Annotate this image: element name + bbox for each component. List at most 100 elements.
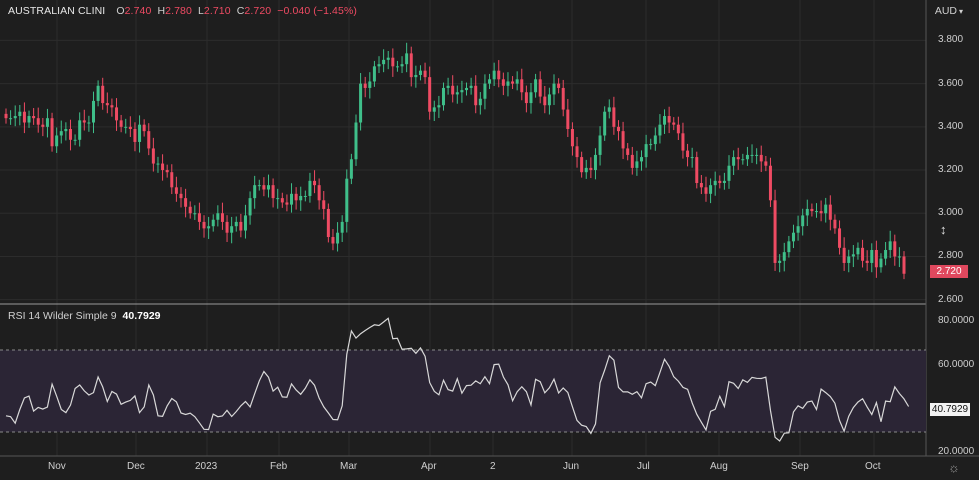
candle-body (870, 249, 874, 263)
candle-body (313, 180, 317, 186)
candle-body (216, 213, 220, 220)
candle-body (211, 219, 215, 227)
candle-body (359, 83, 363, 123)
candle-body (828, 204, 832, 220)
candle-body (640, 157, 644, 162)
candle-body (727, 165, 731, 181)
candle-body (105, 103, 109, 106)
candle-body (865, 260, 869, 263)
candle-body (884, 249, 888, 259)
candle-body (764, 161, 768, 166)
candle-body (161, 163, 165, 171)
candle-body (791, 232, 795, 242)
candle-body (815, 211, 819, 213)
candle-body (497, 70, 501, 80)
candle-body (805, 208, 809, 216)
candle-body (299, 195, 303, 201)
candle-body (266, 185, 270, 190)
candle-body (593, 154, 597, 171)
candle-body (478, 98, 482, 106)
candle-body (405, 53, 409, 65)
price-chart[interactable] (0, 0, 979, 480)
rsi-tick-label: 60.0000 (938, 358, 975, 370)
candle-body (4, 113, 8, 119)
time-tick-label: Jul (637, 461, 650, 472)
candle-body (45, 118, 49, 127)
close-value: 2.720 (244, 5, 272, 17)
candle-body (294, 193, 298, 201)
candle-body (437, 105, 441, 108)
currency-selector[interactable]: AUD (935, 5, 963, 17)
open-value: 2.740 (124, 5, 152, 17)
candle-body (386, 57, 390, 60)
candle-body (64, 128, 68, 132)
candle-body (681, 133, 685, 151)
candle-body (110, 105, 114, 108)
candle-body (239, 221, 243, 231)
candle-body (345, 178, 349, 222)
candle-body (589, 167, 593, 171)
candle-body (626, 148, 630, 155)
resize-handle-icon[interactable]: ↕ (940, 222, 947, 237)
candle-body (59, 131, 63, 136)
candle-body (331, 237, 335, 244)
candle-body (741, 159, 745, 161)
candle-body (506, 81, 510, 86)
candle-body (690, 157, 694, 159)
candle-body (676, 124, 680, 134)
candle-body (207, 226, 211, 229)
candle-body (253, 185, 257, 199)
candle-body (488, 79, 492, 84)
candle-body (27, 116, 31, 123)
candle-body (285, 202, 289, 205)
candle-body (511, 81, 515, 84)
rsi-tick-label: 20.0000 (938, 445, 975, 457)
candle-body (856, 247, 860, 255)
candle-body (838, 228, 842, 248)
candle-body (552, 83, 556, 95)
candle-body (782, 252, 786, 261)
rsi-tick-label: 80.0000 (938, 315, 975, 327)
candle-body (547, 94, 551, 106)
candle-body (78, 120, 82, 140)
candle-body (888, 241, 892, 250)
candle-body (418, 70, 422, 75)
candle-body (32, 116, 36, 119)
candle-body (773, 200, 777, 263)
candle-body (695, 157, 699, 184)
candle-body (451, 85, 455, 95)
candle-body (68, 128, 72, 140)
settings-gear-icon[interactable]: ☼ (948, 460, 960, 475)
candle-body (395, 66, 399, 68)
candle-body (170, 172, 174, 188)
candle-body (234, 221, 238, 227)
candle-body (902, 256, 906, 274)
candle-body (441, 87, 445, 106)
candle-body (520, 79, 524, 93)
candle-body (138, 124, 142, 142)
candle-body (842, 247, 846, 263)
candle-body (755, 154, 759, 156)
candle-body (13, 116, 17, 119)
candle-body (349, 159, 353, 179)
rsi-value: 40.7929 (122, 310, 161, 322)
candle-body (833, 219, 837, 229)
candle-body (82, 120, 86, 123)
candle-body (41, 124, 45, 127)
candle-body (9, 118, 13, 120)
candle-body (732, 157, 736, 166)
candle-body (432, 107, 436, 112)
candle-body (73, 139, 77, 141)
candle-body (372, 66, 376, 82)
candle-body (50, 118, 54, 147)
time-tick-label: 2 (490, 461, 496, 472)
candle-body (759, 154, 763, 162)
candle-body (220, 213, 224, 222)
candle-body (147, 131, 151, 149)
candle-body (465, 87, 469, 91)
candle-body (197, 213, 201, 222)
candle-body (584, 167, 588, 173)
rsi-header: RSI 14 Wilder Simple 9 40.7929 (8, 310, 161, 322)
candle-body (524, 92, 528, 104)
candle-body (469, 85, 473, 88)
